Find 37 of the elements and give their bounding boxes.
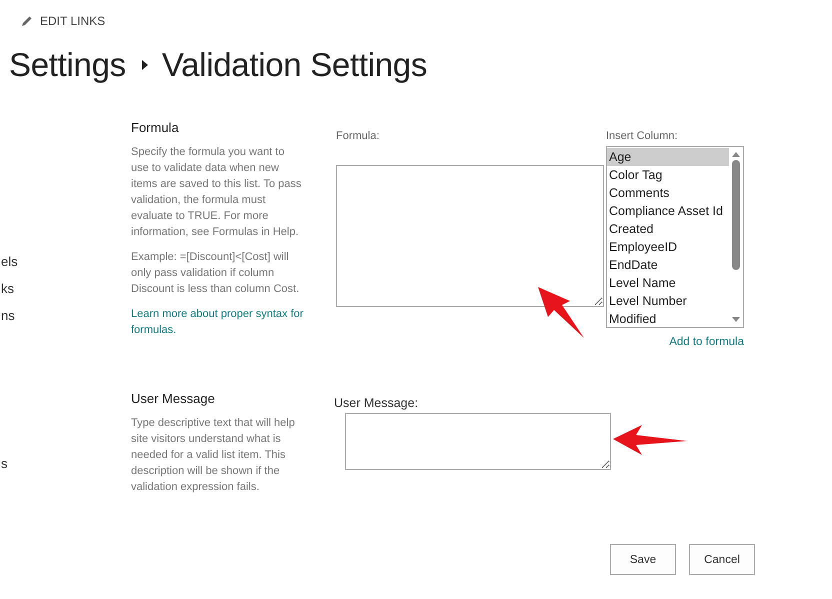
list-option[interactable]: Comments — [607, 184, 729, 202]
add-to-formula-link[interactable]: Add to formula — [669, 334, 744, 350]
list-option[interactable]: Created — [607, 220, 729, 238]
sidebar-item[interactable]: ns — [1, 308, 15, 323]
cancel-button[interactable]: Cancel — [689, 544, 755, 575]
breadcrumb-arrow-icon — [142, 60, 148, 70]
sidebar-item[interactable]: s — [1, 456, 8, 471]
sidebar-item[interactable]: els — [1, 254, 18, 269]
column-listbox[interactable]: Age Color Tag Comments Compliance Asset Id Created EmployeeID EndDate Level Name Level Number Modified — [606, 146, 744, 328]
list-option[interactable]: Compliance Asset Id — [607, 202, 729, 220]
section-heading: Formula — [131, 120, 180, 135]
syntax-help-link[interactable]: Learn more about proper syntax for formulas. — [131, 306, 307, 338]
section-description: Type descriptive text that will help site visitors understand what is needed for a valid list item. This description will be shown if the validation expression fails. — [131, 416, 296, 495]
page-title: Settings — [9, 46, 126, 84]
annotation-arrow — [536, 285, 586, 340]
user-message-field[interactable] — [345, 413, 611, 470]
edit-links-link[interactable]: EDIT LINKS — [21, 14, 106, 28]
list-option[interactable]: Level Name — [607, 274, 729, 292]
list-option[interactable]: Modified — [607, 310, 729, 327]
scroll-up-icon[interactable] — [731, 150, 741, 158]
section-heading: User Message — [131, 391, 216, 406]
list-option[interactable]: Color Tag — [607, 166, 729, 184]
example-text: Example: =[Discount]<[Cost] will only pass validation if column Discount is less than column Cost. — [131, 250, 300, 297]
section-description: Specify the formula you want to use to validate data when new items are saved to this list. To pass validation, the formula must evaluate to TRUE. For more information, see Formulas in Help. — [131, 145, 302, 240]
list-option[interactable]: Age — [607, 148, 729, 166]
page-title: Validation Settings — [162, 46, 428, 84]
pencil-icon — [21, 15, 33, 27]
field-label: Insert Column: — [606, 130, 678, 144]
list-option[interactable]: Level Number — [607, 292, 729, 310]
field-label: Formula: — [336, 130, 380, 144]
field-label: User Message: — [334, 396, 420, 410]
sidebar-item[interactable]: ks — [1, 281, 14, 296]
list-option[interactable]: EmployeeID — [607, 238, 729, 256]
save-button[interactable]: Save — [610, 544, 676, 575]
list-option[interactable]: EndDate — [607, 256, 729, 274]
formula-field[interactable] — [336, 165, 604, 307]
scroll-down-icon[interactable] — [731, 316, 741, 324]
